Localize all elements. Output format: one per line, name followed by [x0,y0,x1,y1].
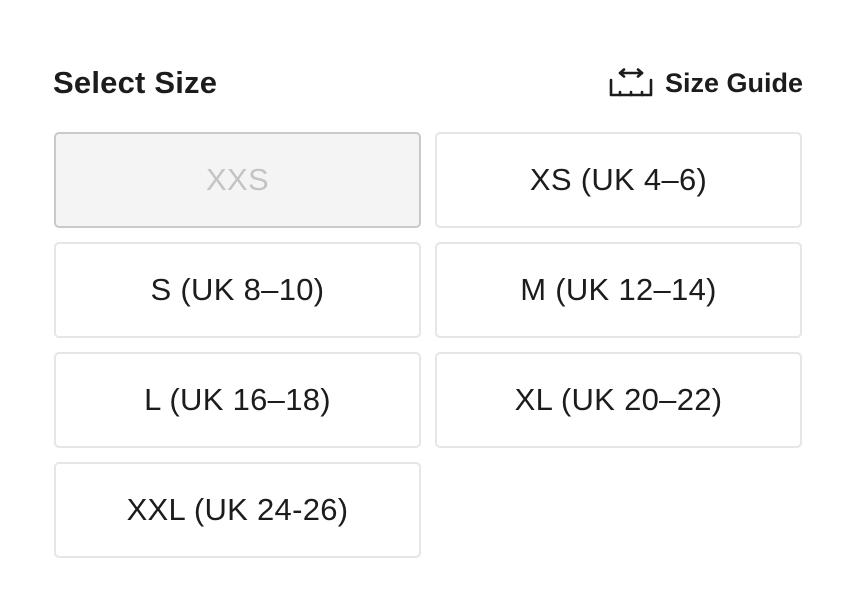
size-option-l[interactable]: L (UK 16–18) [54,352,421,448]
size-option-xl[interactable]: XL (UK 20–22) [435,352,802,448]
size-option-xs[interactable]: XS (UK 4–6) [435,132,802,228]
size-options-grid: XXS XS (UK 4–6) S (UK 8–10) M (UK 12–14)… [54,132,802,558]
size-guide-link[interactable]: Size Guide [609,68,803,99]
size-guide-label: Size Guide [664,67,803,98]
size-option-m[interactable]: M (UK 12–14) [435,242,802,338]
size-selector-header: Select Size Size Guide [53,62,803,104]
size-option-xxs: XXS [54,132,421,228]
ruler-width-icon [609,68,653,97]
section-title: Select Size [53,65,218,100]
size-option-s[interactable]: S (UK 8–10) [54,242,421,338]
size-option-xxl[interactable]: XXL (UK 24-26) [54,462,421,558]
